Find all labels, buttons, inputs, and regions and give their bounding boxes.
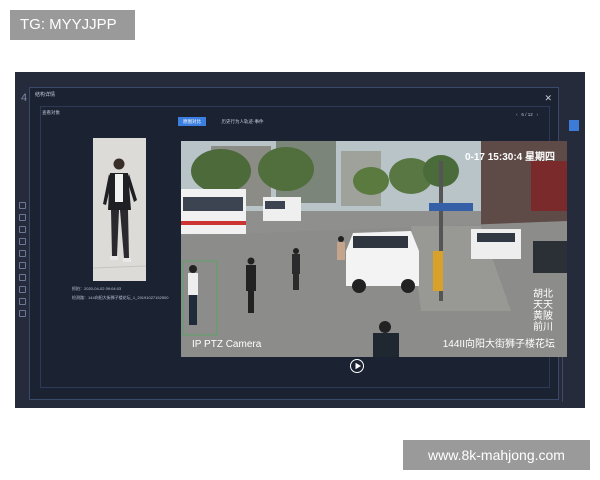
tab-bar: 原图对比 历史行为人轨迹-事件 bbox=[178, 110, 274, 128]
pager-current: 6 bbox=[521, 112, 524, 117]
section-label: 查看对象 bbox=[42, 110, 60, 115]
watermark-top: TG: MYYJJPP bbox=[10, 10, 135, 40]
nav-item-1[interactable] bbox=[19, 202, 26, 209]
pager-separator: / bbox=[525, 112, 527, 117]
nav-item-5[interactable] bbox=[19, 250, 26, 257]
nav-item-6[interactable] bbox=[19, 262, 26, 269]
play-icon[interactable] bbox=[350, 359, 364, 373]
app-screen: 4 结构详情 ✕ 查看对象 抓拍：2020-04-02 09:04:03 检测路… bbox=[15, 72, 585, 408]
notification-badge[interactable] bbox=[569, 120, 579, 131]
scene-camera-label: IP PTZ Camera bbox=[192, 339, 262, 350]
person-figure bbox=[93, 138, 146, 281]
pager-next-button[interactable]: › bbox=[537, 112, 539, 117]
nav-item-3[interactable] bbox=[19, 226, 26, 233]
pager-prev-button[interactable]: ‹ bbox=[516, 112, 518, 117]
tab-history-track[interactable]: 历史行为人轨迹-事件 bbox=[216, 117, 268, 126]
nav-item-2[interactable] bbox=[19, 214, 26, 221]
detail-dialog: 结构详情 ✕ 查看对象 抓拍：2020-04-02 09:04:03 检测路：1… bbox=[29, 87, 567, 400]
person-thumbnail[interactable] bbox=[93, 138, 146, 281]
capture-location: 检测路：144向阳大街狮子楼花坛_1_20191027152500 bbox=[72, 295, 169, 300]
scene-address-label: 144II向阳大街狮子楼花坛 bbox=[442, 339, 555, 350]
play-glyph bbox=[355, 362, 361, 370]
pager: ‹ 6 / 12 › bbox=[516, 112, 538, 117]
camera-scene-image[interactable]: 0-17 15:30:4 星期四 胡北 天天 黄陂 前川 IP PTZ Came… bbox=[181, 141, 567, 357]
nav-item-4[interactable] bbox=[19, 238, 26, 245]
nav-item-9[interactable] bbox=[19, 298, 26, 305]
tab-original-compare[interactable]: 原图对比 bbox=[178, 117, 206, 126]
street-scene bbox=[181, 141, 567, 357]
scene-sign-text: 胡北 天天 黄陂 前川 bbox=[533, 289, 553, 333]
scene-timestamp: 0-17 15:30:4 星期四 bbox=[464, 152, 555, 163]
pager-total: 12 bbox=[527, 112, 533, 117]
nav-item-7[interactable] bbox=[19, 274, 26, 281]
watermark-bottom: www.8k-mahjong.com bbox=[403, 440, 590, 470]
close-icon[interactable]: ✕ bbox=[544, 94, 552, 103]
capture-time: 抓拍：2020-04-02 09:04:03 bbox=[72, 286, 122, 291]
nav-item-10[interactable] bbox=[19, 310, 26, 317]
nav-item-8[interactable] bbox=[19, 286, 26, 293]
app-logo: 4 bbox=[21, 92, 28, 104]
dialog-title: 结构详情 bbox=[35, 92, 56, 98]
